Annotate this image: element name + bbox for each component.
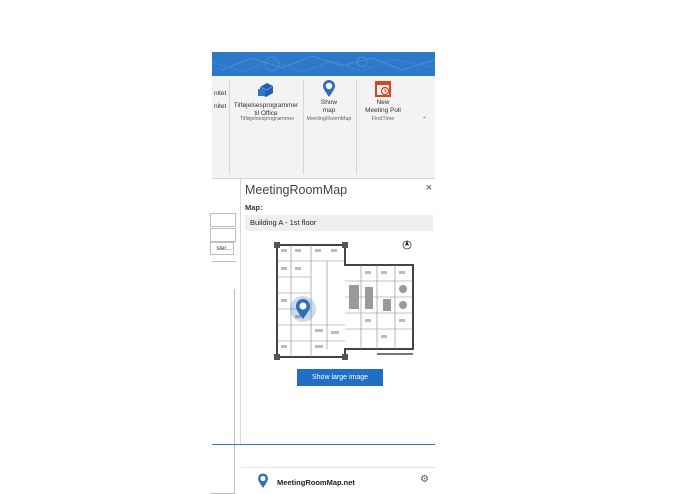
- pane-divider: [212, 261, 236, 262]
- recipient-field[interactable]: [210, 213, 236, 227]
- calendar-poll-icon: [375, 81, 391, 97]
- meetingroommap-group-label: MeetingRoomMap: [306, 116, 352, 122]
- new-meeting-poll-label-1: New: [376, 99, 390, 106]
- title-bar-pattern: [212, 55, 435, 73]
- map-pin-icon: [323, 80, 335, 97]
- pane-footer: MeetingRoomMap.net ⚙: [241, 467, 436, 494]
- addins-group-label: Tilføjelsesprogrammer: [239, 116, 295, 122]
- ribbon: nitet nitet Tilføjelsesprogrammer til Of…: [212, 76, 435, 179]
- findtime-group-label: FindTime: [371, 116, 395, 122]
- compose-pane: ster...: [210, 179, 236, 494]
- ribbon-collapse-icon[interactable]: ⌃: [422, 116, 427, 123]
- show-large-image-button[interactable]: Show large image: [297, 369, 383, 386]
- ribbon-cut-label-1: nitet: [214, 90, 227, 97]
- meetingroommap-logo-icon: [258, 473, 268, 488]
- ribbon-cut-label-2: nitet: [214, 103, 227, 110]
- new-meeting-poll-label-2: Meeting Poll: [365, 107, 401, 114]
- gear-icon[interactable]: ⚙: [420, 474, 429, 485]
- title-bar: [212, 52, 435, 76]
- subject-field[interactable]: [210, 228, 236, 242]
- show-map-label-1: Show: [320, 99, 338, 106]
- room-location-pin-icon: [290, 296, 316, 322]
- window-bottom-border: [212, 444, 435, 445]
- building-select[interactable]: Building A - 1st floor: [245, 215, 433, 231]
- close-icon[interactable]: ×: [426, 182, 432, 194]
- meetingroommap-pane: MeetingRoomMap × Map: Building A - 1st f…: [240, 179, 436, 488]
- message-body[interactable]: [210, 289, 235, 494]
- floor-plan-image[interactable]: [271, 237, 419, 365]
- show-map-label-2: map: [322, 107, 336, 114]
- footer-brand-name: MeetingRoomMap.net: [277, 478, 355, 487]
- outlook-window: nitet nitet Tilføjelsesprogrammer til Of…: [210, 52, 436, 494]
- office-addins-label-1: Tilføjelsesprogrammer: [233, 102, 299, 109]
- pane-title: MeetingRoomMap: [245, 183, 348, 197]
- ribbon-separator: [303, 80, 304, 174]
- map-label: Map:: [245, 203, 263, 212]
- office-addins-icon: [258, 83, 274, 97]
- scheduling-button[interactable]: ster...: [210, 242, 234, 255]
